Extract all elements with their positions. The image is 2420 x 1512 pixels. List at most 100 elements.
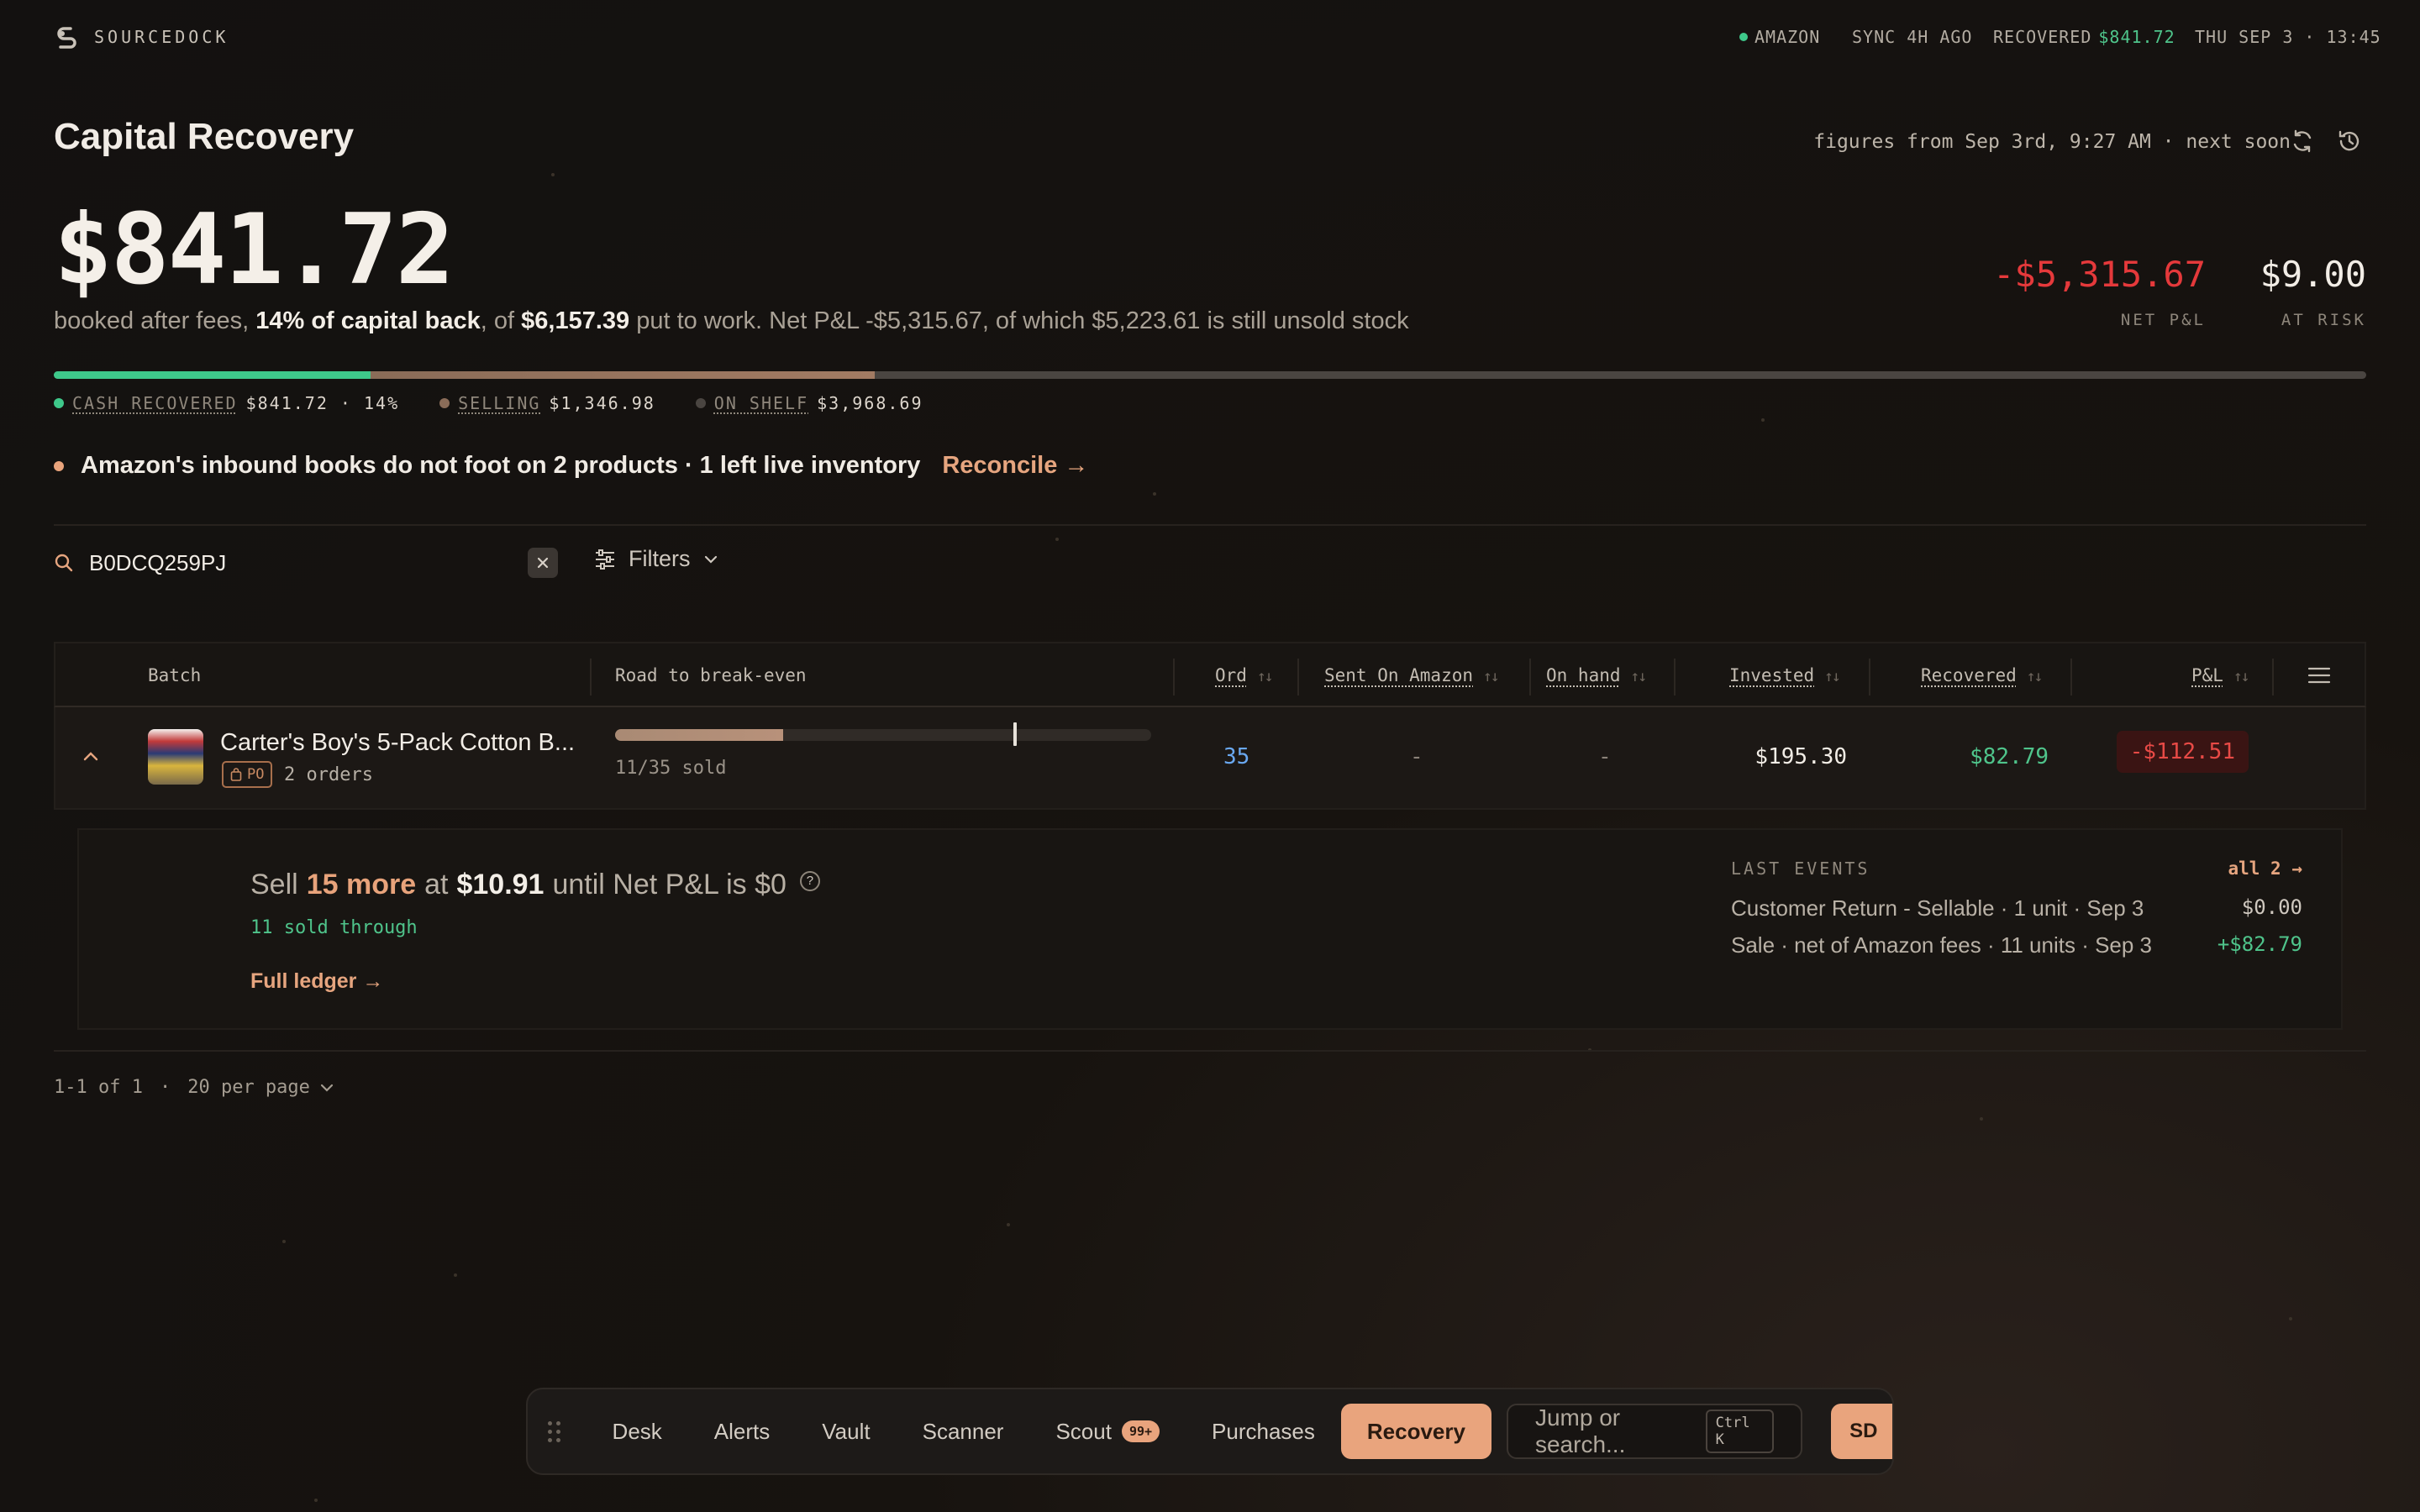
avatar[interactable]: SD [1831,1404,1892,1459]
col-recovered[interactable]: Recovered ↑↓ [1921,665,2044,685]
bag-icon [230,768,242,781]
summary-text-2: , of [480,307,522,334]
dock-tab-alerts[interactable]: Alerts [688,1404,796,1459]
sort-icon: ↑↓ [1630,668,1648,685]
filters-button[interactable]: Filters [593,546,719,572]
col-onhand[interactable]: On hand ↑↓ [1546,665,1648,685]
orders-count: 2 orders [284,764,373,785]
product-thumbnail [148,729,203,785]
col-sent[interactable]: Sent On Amazon ↑↓ [1324,665,1500,685]
chevron-up-icon[interactable] [81,748,101,764]
dock-tab-recovery[interactable]: Recovery [1340,1404,1491,1459]
reconcile-link[interactable]: Reconcile → [942,452,1088,480]
alert-text: Amazon's inbound books do not foot on 2 … [81,452,921,479]
sold-count: 11/35 sold [615,758,727,779]
chevron-down-icon [704,555,717,564]
alert-dot [54,460,64,471]
help-icon[interactable]: ? [799,870,820,891]
datetime: THU SEP 3 · 13:45 [2195,27,2381,47]
clear-search-button[interactable] [528,548,558,578]
summary-put-to-work: $6,157.39 [521,307,630,334]
event-amount: +$82.79 [2217,932,2302,956]
dock-tab-purchases[interactable]: Purchases [1186,1404,1341,1459]
sync-status: SYNC 4H AGO [1852,27,1973,47]
breakeven-price: $10.91 [456,869,544,900]
units-needed: 15 more [306,869,417,900]
onhand-value: - [1598,744,1612,769]
event-amount: $0.00 [2241,895,2302,919]
product-name[interactable]: Carter's Boy's 5-Pack Cotton B... [220,729,575,757]
sort-icon: ↑↓ [1483,668,1500,685]
col-ord[interactable]: Ord ↑↓ [1215,665,1274,685]
jump-search[interactable]: Jump or search... Ctrl K [1506,1404,1803,1459]
scout-count-badge: 99+ [1121,1420,1160,1442]
jump-placeholder: Jump or search... [1534,1404,1626,1457]
capital-progress-bar [54,371,2366,379]
chevron-down-icon [320,1084,334,1092]
progress-legend: CASH RECOVERED $841.72 · 14% SELLING $1,… [54,393,923,413]
col-invested[interactable]: Invested ↑↓ [1729,665,1841,685]
legend-selling: SELLING $1,346.98 [439,393,655,413]
logo-icon [57,27,76,49]
per-page-select[interactable]: 20 per page [187,1077,335,1098]
sort-icon: ↑↓ [2026,668,2044,685]
column-divider [1529,659,1531,696]
sliders-icon [596,549,614,570]
table-row[interactable]: Carter's Boy's 5-Pack Cotton B... PO 2 o… [54,707,2366,810]
sort-icon: ↑↓ [2233,668,2250,685]
legend-dot [695,398,706,408]
dock-tab-vault[interactable]: Vault [796,1404,896,1459]
legend-value: $1,346.98 [549,393,655,413]
shortcut-hint: Ctrl K [1705,1410,1775,1453]
sell-at: at [424,869,449,900]
menu-icon[interactable] [2307,665,2331,685]
close-icon [537,557,549,569]
net-pl-value: -$5,315.67 [1993,254,2206,295]
recovery-summary: booked after fees, 14% of capital back, … [54,307,1409,335]
legend-dot [54,398,64,408]
full-ledger-link[interactable]: Full ledger → [250,969,383,994]
at-risk-label: AT RISK [2281,311,2366,329]
col-recovered-label: Recovered [1921,665,2017,685]
dock-tab-scanner[interactable]: Scanner [897,1404,1030,1459]
history-icon[interactable] [2336,128,2363,155]
col-pl[interactable]: P&L ↑↓ [2191,665,2250,685]
pagination: 1-1 of 1 · 20 per page [54,1077,335,1098]
breakeven-marker [1013,722,1018,746]
search-input[interactable] [89,549,509,576]
sell-prefix: Sell [250,869,298,900]
dock-tab-scout[interactable]: Scout 99+ [1029,1404,1186,1459]
col-batch[interactable]: Batch [148,665,201,685]
refresh-icon[interactable] [2289,128,2316,155]
col-road[interactable]: Road to break-even [615,665,807,685]
column-divider [2272,659,2274,696]
col-sent-label: Sent On Amazon [1324,665,1474,685]
column-divider [2070,659,2072,696]
recovered-stat-label: RECOVERED [1993,27,2092,47]
event-text: Sale · net of Amazon fees · 11 units · S… [1731,932,2153,958]
app-name: SOURCEDOCK [94,27,229,47]
summary-text-1: booked after fees, [54,307,256,334]
dock-tab-desk[interactable]: Desk [587,1404,688,1459]
legend-label: SELLING [458,393,541,413]
drag-handle-icon[interactable] [548,1420,563,1442]
recovered-segment [54,371,371,379]
event-row: Sale · net of Amazon fees · 11 units · S… [1731,932,2302,958]
col-onhand-label: On hand [1546,665,1621,685]
legend-value: $3,968.69 [817,393,923,413]
filters-label: Filters [629,546,691,571]
divider [54,524,2366,526]
all-events-link[interactable]: all 2 → [2228,858,2302,879]
recovered-value: $82.79 [1970,744,2049,769]
sort-icon: ↑↓ [1256,668,1274,685]
bottom-dock: Desk Alerts Vault Scanner Scout 99+ Purc… [526,1388,1894,1475]
legend-label: CASH RECOVERED [72,393,238,413]
recovered-amount: $841.72 [54,193,455,307]
summary-capital-back: 14% of capital back [255,307,481,334]
legend-label: ON SHELF [713,393,809,413]
sold-through: 11 sold through [250,917,418,938]
ord-value[interactable]: 35 [1223,744,1249,769]
event-row: Customer Return - Sellable · 1 unit · Se… [1731,895,2302,921]
app-logo[interactable]: SOURCEDOCK [54,24,229,50]
column-divider [1869,659,1870,696]
